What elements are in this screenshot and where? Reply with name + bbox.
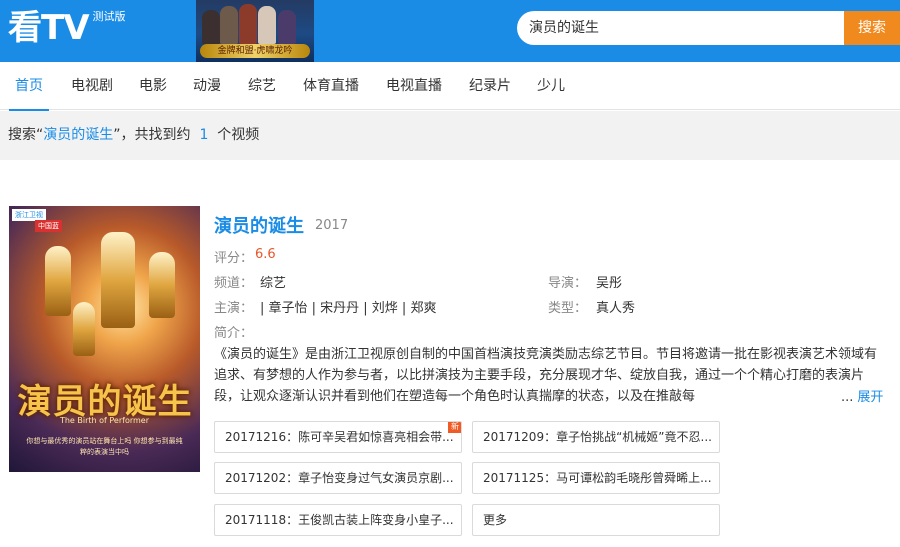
- result-suffix: 个视频: [217, 127, 260, 143]
- director-label: 导演：: [548, 276, 588, 291]
- nav-tv-live[interactable]: 电视直播: [386, 62, 442, 110]
- episode-item[interactable]: 20171209：章子怡挑战“机械姬”竟不忍...: [472, 421, 720, 453]
- banner-figure: [202, 10, 220, 44]
- show-year: 2017: [315, 218, 349, 233]
- result-middle: ”，共找到约: [113, 127, 191, 143]
- poster-brand-tag: 中国蓝: [35, 220, 62, 232]
- more-episodes-button[interactable]: 更多: [472, 504, 720, 536]
- episode-item[interactable]: 20171125：马可谭松韵毛晓彤曾舜晞上...: [472, 462, 720, 494]
- expand-label: 展开: [857, 390, 884, 405]
- genre-value[interactable]: 真人秀: [596, 297, 635, 316]
- poster-subtitle: 你想与最优秀的演员站在舞台上吗 你想参与到最纯粹的表演当中吗: [26, 437, 183, 456]
- show-poster[interactable]: 浙江卫视 中国蓝 演员的诞生 The Birth of Performer 你想…: [9, 206, 200, 472]
- search-input[interactable]: [517, 11, 847, 45]
- nav-movies[interactable]: 电影: [139, 62, 167, 110]
- nav-kids[interactable]: 少儿: [537, 62, 565, 110]
- banner-caption: 金牌和盟·虎啸龙吟: [200, 44, 310, 58]
- banner-figure: [220, 6, 238, 44]
- expand-link[interactable]: ... 展开: [839, 386, 884, 405]
- episode-label: 20171118：王俊凯古装上阵变身小皇子...: [225, 513, 454, 527]
- beta-badge: 测试版: [92, 10, 126, 23]
- director-value[interactable]: 吴彤: [596, 272, 622, 291]
- banner-figure: [239, 4, 257, 44]
- nav-home[interactable]: 首页: [9, 62, 49, 111]
- episode-label: 20171216：陈可辛吴君如惊喜亮相会带...: [225, 430, 454, 444]
- description-text: 《演员的诞生》是由浙江卫视原创自制的中国首档演技竞演类励志综艺节目。节目将邀请一…: [214, 347, 878, 404]
- show-description: 《演员的诞生》是由浙江卫视原创自制的中国首档演技竞演类励志综艺节目。节目将邀请一…: [214, 344, 886, 407]
- site-logo[interactable]: 看TV 测试版: [8, 6, 126, 52]
- banner-figure: [258, 6, 276, 44]
- channel-value[interactable]: 综艺: [260, 272, 286, 291]
- episode-label: 20171125：马可谭松韵毛晓彤曾舜晞上...: [483, 471, 712, 485]
- episode-item[interactable]: 20171202：章子怡变身过气女演员京剧...: [214, 462, 462, 494]
- trophy-statue: [149, 252, 175, 318]
- show-title[interactable]: 演员的诞生: [214, 212, 304, 238]
- poster-english-title: The Birth of Performer: [59, 416, 150, 425]
- promo-banner[interactable]: 金牌和盟·虎啸龙吟: [196, 0, 314, 62]
- cast-label: 主演：: [214, 301, 254, 316]
- nav-sports-live[interactable]: 体育直播: [303, 62, 359, 110]
- trophy-statue: [45, 246, 71, 316]
- nav-documentary[interactable]: 纪录片: [469, 62, 511, 110]
- result-prefix: 搜索“: [8, 127, 44, 143]
- nav-tv-series[interactable]: 电视剧: [71, 62, 113, 110]
- cast-value[interactable]: | 章子怡 | 宋丹丹 | 刘烨 | 郑爽: [260, 297, 436, 316]
- episode-label: 20171202：章子怡变身过气女演员京剧...: [225, 471, 454, 485]
- main-nav: 首页 电视剧 电影 动漫 综艺 体育直播 电视直播 纪录片 少儿: [0, 62, 900, 111]
- more-label: 更多: [483, 513, 508, 527]
- banner-figure: [278, 10, 296, 44]
- episode-item[interactable]: 20171118：王俊凯古装上阵变身小皇子...: [214, 504, 462, 536]
- score-label: 评分：: [214, 251, 254, 266]
- score-value: 6.6: [255, 247, 276, 262]
- intro-label: 简介：: [214, 326, 254, 341]
- trophy-statue: [73, 302, 95, 356]
- nav-anime[interactable]: 动漫: [193, 62, 221, 110]
- result-count: 1: [199, 127, 209, 143]
- new-badge: 新: [448, 422, 461, 433]
- trophy-statue: [101, 232, 135, 328]
- search-button[interactable]: 搜索: [844, 11, 900, 45]
- episode-label: 20171209：章子怡挑战“机械姬”竟不忍...: [483, 430, 712, 444]
- genre-label: 类型：: [548, 301, 588, 316]
- result-keyword: 演员的诞生: [43, 127, 114, 143]
- channel-label: 频道：: [214, 276, 254, 291]
- expand-ellipsis: ...: [841, 390, 854, 405]
- search-result-summary: 搜索“演员的诞生”，共找到约 1 个视频: [0, 111, 900, 160]
- header-bar: 看TV 测试版 金牌和盟·虎啸龙吟 搜索: [0, 0, 900, 62]
- episode-item[interactable]: 20171216：陈可辛吴君如惊喜亮相会带... 新: [214, 421, 462, 453]
- nav-variety[interactable]: 综艺: [248, 62, 276, 110]
- logo-text: 看TV: [8, 8, 90, 48]
